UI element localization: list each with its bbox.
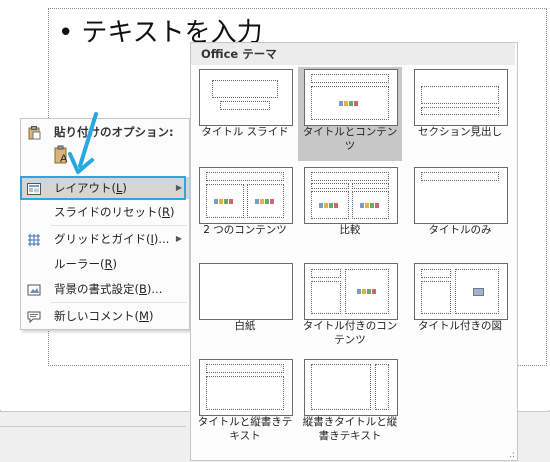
layout-thumbnail [414,263,508,320]
grid-icon [27,232,41,246]
layout-thumbnail [199,359,293,416]
layout-thumbnail [414,167,508,224]
submenu-arrow-icon: ▶ [175,234,182,243]
gallery-header: Office テーマ [191,43,515,65]
background-format-icon [27,282,41,296]
layout-thumbnail [304,167,398,224]
layout-highlight-box [20,176,186,200]
resize-grip[interactable]: .: [509,450,515,460]
layout-tile-title-and-vertical-text[interactable]: タイトルと縦書きテキスト [193,357,297,451]
new-comment-icon [27,309,41,324]
menu-item-grid-and-guides[interactable]: グリッドとガイド(I)... ▶ [21,228,189,250]
layout-thumbnail [414,69,508,126]
menu-separator [51,302,187,303]
layout-thumbnail [304,263,398,320]
layout-tile-picture-with-caption[interactable]: タイトル付きの図 [408,261,512,355]
layout-tile-title-only[interactable]: タイトルのみ [408,165,512,259]
layout-tile-comparison[interactable]: 比較 [298,165,402,259]
layout-thumbnail [304,69,398,126]
layout-tile-blank[interactable]: 白紙 [193,261,297,355]
layout-thumbnail [199,263,293,320]
layout-thumbnail [304,359,398,416]
layout-tile-section-header[interactable]: セクション見出し [408,67,512,161]
annotation-arrow-icon [68,112,98,174]
layout-thumbnail [199,69,293,126]
menu-item-ruler[interactable]: ルーラー(R) [21,253,189,275]
context-menu: 貼り付けのオプション: A レイアウト(L) ▶ スライドのリセット(R) グリ… [20,118,190,330]
layout-tile-title-slide[interactable]: タイトル スライド [193,67,297,161]
paste-options-header: 貼り付けのオプション: [21,121,189,143]
layout-gallery: Office テーマ タイトル スライド タイトルとコンテンツ セクション見出し [190,42,518,461]
layout-tile-title-and-content[interactable]: タイトルとコンテンツ [298,67,402,161]
menu-item-new-comment[interactable]: 新しいコメント(M) [21,305,189,327]
menu-item-reset-slide[interactable]: スライドのリセット(R) [21,201,189,223]
layout-thumbnail [199,167,293,224]
layout-tile-vertical-title-and-text[interactable]: 縦書きタイトルと縦書きテキスト [298,357,402,451]
clipboard-icon [27,125,41,140]
menu-separator [51,225,187,226]
layout-tile-content-with-caption[interactable]: タイトル付きのコンテンツ [298,261,402,355]
menu-item-format-background[interactable]: 背景の書式設定(B)... [21,278,189,300]
bullet: • [58,18,74,48]
layout-tile-two-content[interactable]: 2 つのコンテンツ [193,165,297,259]
